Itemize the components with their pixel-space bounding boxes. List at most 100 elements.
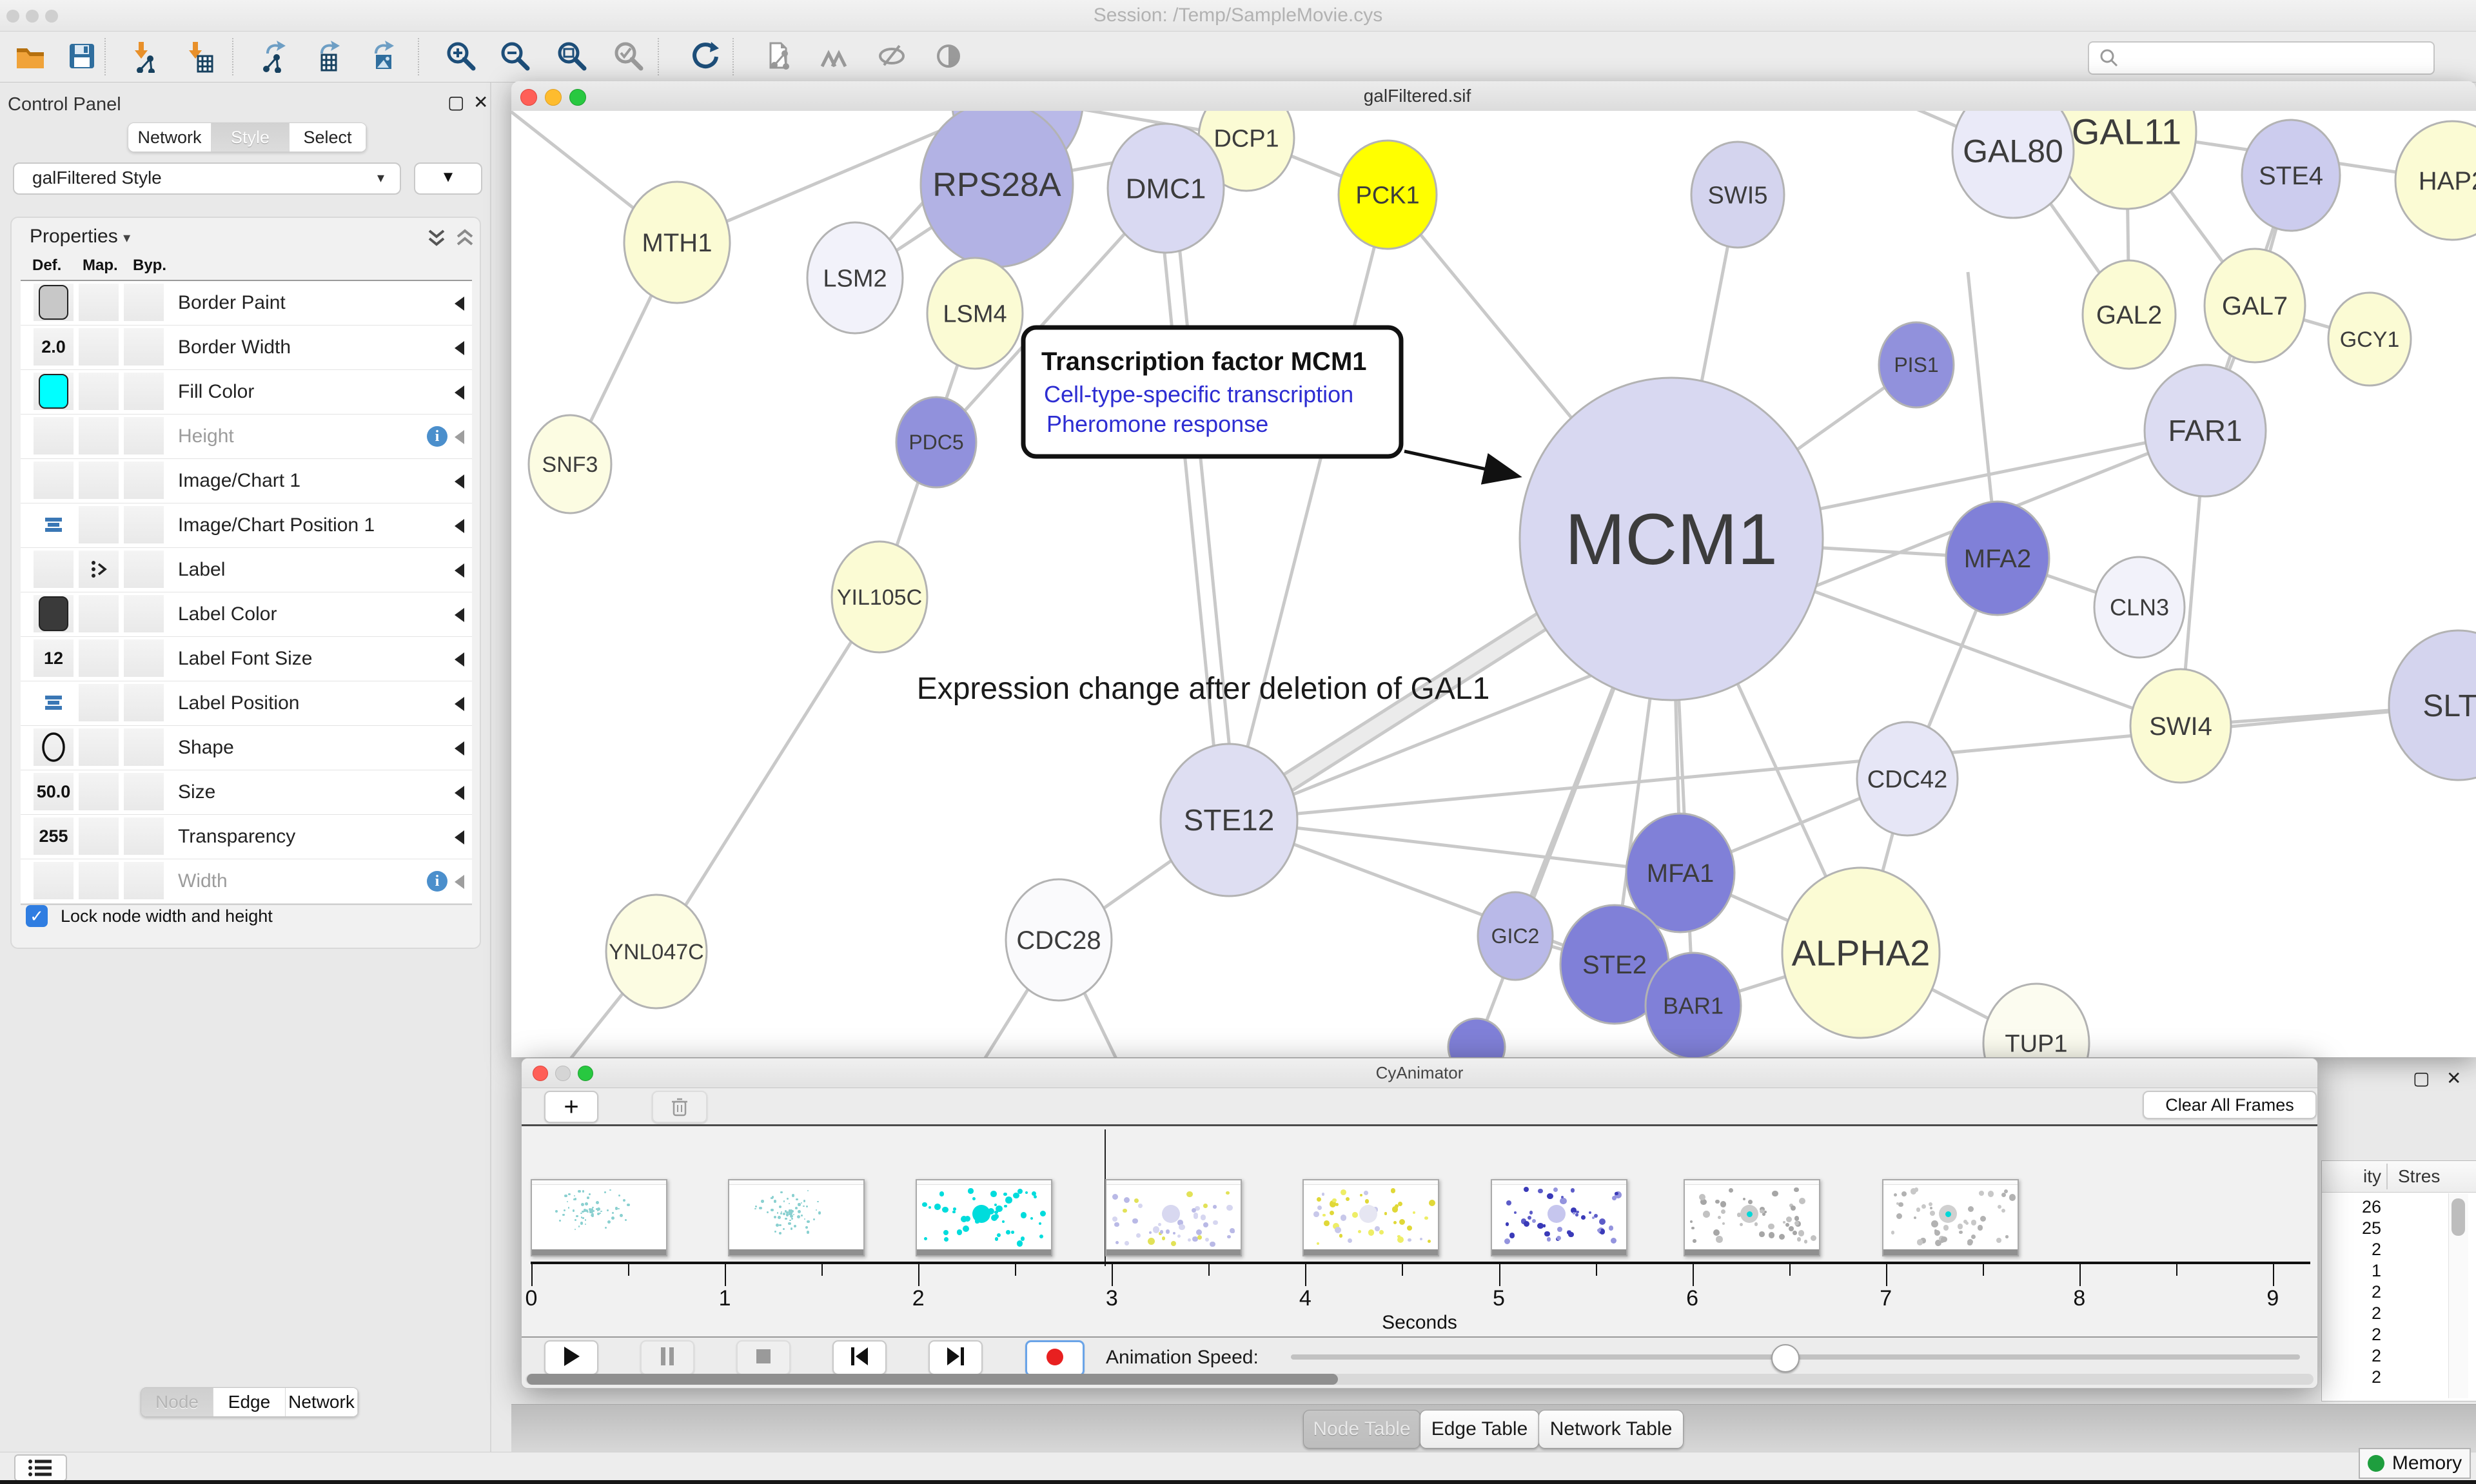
- def-cell[interactable]: [34, 551, 74, 588]
- info-icon[interactable]: i: [427, 871, 447, 892]
- export-table-button[interactable]: [312, 40, 347, 75]
- close-panel-icon[interactable]: ✕: [473, 92, 488, 113]
- import-table-button[interactable]: [183, 40, 218, 75]
- node-MTH1[interactable]: MTH1: [624, 182, 730, 303]
- byp-cell[interactable]: [124, 639, 164, 677]
- expand-row-icon[interactable]: [447, 563, 464, 578]
- byp-cell[interactable]: [124, 417, 164, 454]
- node-ALPHA2[interactable]: ALPHA2: [1782, 868, 1940, 1038]
- show-panels-button[interactable]: [14, 1454, 67, 1481]
- def-cell[interactable]: [34, 684, 74, 721]
- expand-row-icon[interactable]: [447, 875, 464, 889]
- node-GAL11[interactable]: GAL11: [2057, 111, 2196, 209]
- expand-row-icon[interactable]: [447, 519, 464, 533]
- property-row-height[interactable]: Heighti: [21, 415, 472, 459]
- node-CLN3[interactable]: CLN3: [2094, 557, 2185, 658]
- def-cell[interactable]: 50.0: [34, 773, 74, 810]
- byp-cell[interactable]: [124, 506, 164, 543]
- byp-cell[interactable]: [124, 817, 164, 855]
- def-cell[interactable]: 255: [34, 817, 74, 855]
- map-cell[interactable]: [79, 728, 119, 766]
- zoom-in-button[interactable]: [444, 40, 478, 75]
- node-PIS1[interactable]: PIS1: [1879, 322, 1954, 407]
- property-row-label-font-size[interactable]: 12Label Font Size: [21, 637, 472, 681]
- panel-tab-node[interactable]: Node: [141, 1388, 213, 1416]
- byp-cell[interactable]: [124, 284, 164, 321]
- property-row-border-width[interactable]: 2.0Border Width: [21, 326, 472, 370]
- expand-row-icon[interactable]: [447, 430, 464, 444]
- map-cell[interactable]: [79, 595, 119, 632]
- node-STE12[interactable]: STE12: [1161, 744, 1297, 896]
- save-session-button[interactable]: [64, 40, 99, 75]
- network-canvas[interactable]: RPS28BDCP1RPS28ADMC1PCK1SWI5GAL11GAL80ST…: [511, 111, 2476, 1057]
- property-row-fill-color[interactable]: Fill Color: [21, 370, 472, 415]
- animation-speed-slider-thumb[interactable]: [1771, 1344, 1800, 1372]
- expand-row-icon[interactable]: [447, 786, 464, 800]
- def-cell[interactable]: [34, 595, 74, 632]
- def-cell[interactable]: [34, 462, 74, 499]
- network-window-titlebar[interactable]: galFiltered.sif: [511, 81, 2476, 112]
- node-BAR1[interactable]: BAR1: [1646, 953, 1741, 1057]
- byp-cell[interactable]: [124, 862, 164, 899]
- pause-button[interactable]: [640, 1340, 694, 1375]
- def-cell[interactable]: [34, 862, 74, 899]
- byp-cell[interactable]: [124, 551, 164, 588]
- map-cell[interactable]: [79, 328, 119, 366]
- expand-all-icon[interactable]: [426, 227, 447, 250]
- property-row-transparency[interactable]: 255Transparency: [21, 815, 472, 859]
- frame-thumbnail-3[interactable]: [1105, 1179, 1242, 1256]
- node-GIC2[interactable]: GIC2: [1478, 892, 1553, 980]
- byp-cell[interactable]: [124, 595, 164, 632]
- zoom-selected-button[interactable]: [611, 40, 646, 75]
- expand-row-icon[interactable]: [447, 830, 464, 845]
- hide-details-button[interactable]: [874, 40, 909, 75]
- map-cell[interactable]: [79, 551, 119, 588]
- tab-network[interactable]: Network: [128, 123, 211, 151]
- byp-cell[interactable]: [124, 773, 164, 810]
- byp-cell[interactable]: [124, 462, 164, 499]
- expand-row-icon[interactable]: [447, 386, 464, 400]
- frame-thumbnail-1[interactable]: [728, 1179, 865, 1256]
- column-divider[interactable]: [2386, 1164, 2388, 1189]
- node-MCM1[interactable]: MCM1: [1520, 378, 1823, 700]
- expand-row-icon[interactable]: [447, 297, 464, 311]
- frame-thumbnail-7[interactable]: [1882, 1179, 2019, 1256]
- table-header-stress[interactable]: Stres: [2398, 1166, 2440, 1187]
- frame-thumbnail-5[interactable]: [1491, 1179, 1627, 1256]
- node-GCY1[interactable]: GCY1: [2328, 293, 2411, 386]
- open-session-button[interactable]: [13, 40, 48, 75]
- frame-thumbnail-2[interactable]: [916, 1179, 1052, 1256]
- frame-thumbnail-4[interactable]: [1302, 1179, 1439, 1256]
- node-SWI4[interactable]: SWI4: [2130, 669, 2231, 783]
- collapse-all-icon[interactable]: [454, 227, 476, 250]
- property-row-border-paint[interactable]: Border Paint: [21, 281, 472, 326]
- byp-cell[interactable]: [124, 684, 164, 721]
- expand-row-icon[interactable]: [447, 608, 464, 622]
- def-cell[interactable]: 12: [34, 639, 74, 677]
- map-cell[interactable]: [79, 284, 119, 321]
- node-YNL047C[interactable]: YNL047C: [606, 895, 707, 1008]
- search-input[interactable]: [2088, 41, 2435, 75]
- table-scrollbar-thumb[interactable]: [2451, 1198, 2465, 1236]
- frame-thumbnail-0[interactable]: [531, 1179, 667, 1256]
- export-image-button[interactable]: [366, 40, 401, 75]
- property-row-image-chart-1[interactable]: Image/Chart 1: [21, 459, 472, 503]
- expand-row-icon[interactable]: [447, 652, 464, 667]
- property-row-shape[interactable]: Shape: [21, 726, 472, 770]
- map-cell[interactable]: [79, 684, 119, 721]
- first-neighbors-button[interactable]: [818, 40, 852, 75]
- close-panel-icon[interactable]: ✕: [2446, 1068, 2461, 1089]
- property-row-label-color[interactable]: Label Color: [21, 592, 472, 637]
- map-cell[interactable]: [79, 862, 119, 899]
- property-row-size[interactable]: 50.0Size: [21, 770, 472, 815]
- node-PCK1[interactable]: PCK1: [1339, 141, 1437, 249]
- style-dropdown[interactable]: galFiltered Style ▾: [13, 162, 401, 195]
- previous-frame-button[interactable]: [832, 1340, 887, 1375]
- show-details-button[interactable]: [931, 40, 966, 75]
- node-GAL7[interactable]: GAL7: [2205, 249, 2305, 362]
- lock-size-checkbox[interactable]: ✓: [26, 905, 48, 927]
- map-cell[interactable]: [79, 462, 119, 499]
- node-YIL105C[interactable]: YIL105C: [832, 542, 927, 652]
- node-MFA2[interactable]: MFA2: [1946, 502, 2049, 615]
- node-SWI5[interactable]: SWI5: [1691, 142, 1784, 248]
